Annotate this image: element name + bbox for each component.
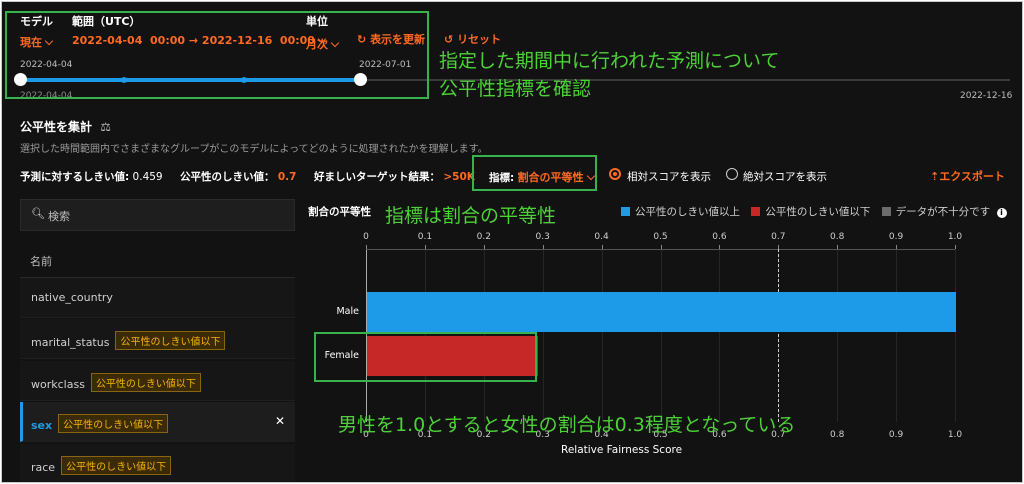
tick-label-top: 0.2: [476, 232, 491, 242]
grid-line: [601, 249, 603, 422]
chart-title: 割合の平等性: [308, 206, 371, 218]
status-badge: 公平性のしきい値以下: [61, 456, 172, 475]
tick-label-bottom: 0.8: [830, 430, 845, 440]
tick-label-top: 0: [363, 232, 369, 242]
grid-line: [837, 249, 839, 422]
tick-mark: [837, 245, 839, 249]
reset-button[interactable]: ↺ リセット: [444, 31, 501, 47]
annotation-text: 指標は割合の平等性: [385, 205, 557, 227]
info-icon[interactable]: i: [996, 208, 1007, 218]
category-label: Male: [336, 306, 359, 317]
section-title: 公平性を集計 ⚖: [20, 120, 111, 134]
export-button[interactable]: ⇡エクスポート: [930, 168, 1005, 184]
scale-icon: ⚖: [100, 120, 111, 134]
x-axis-label: Relative Fairness Score: [561, 444, 683, 456]
annotation-box: [472, 155, 597, 191]
list-item-selected[interactable]: sex 公平性のしきい値以下 ✕: [20, 402, 295, 442]
prediction-threshold: 予測に対するしきい値: 0.459: [20, 171, 163, 183]
tick-label-top: 0.1: [417, 232, 433, 242]
reset-icon: ↺: [444, 33, 454, 46]
tick-label-top: 0.9: [888, 232, 904, 242]
legend-item-below: 公平性のしきい値以下: [751, 206, 870, 218]
tick-mark: [483, 245, 485, 249]
tick-mark: [896, 245, 898, 249]
status-badge: 公平性のしきい値以下: [58, 414, 169, 433]
radio-absolute-label: 絶対スコアを表示: [743, 171, 827, 183]
column-header-name: 名前: [30, 255, 52, 268]
annotation-text: 指定した期間中に行われた予測について 公平性指標を確認: [439, 50, 780, 100]
list-item[interactable]: race 公平性のしきい値以下: [20, 444, 295, 482]
list-item[interactable]: marital_status 公平性のしきい値以下: [20, 319, 295, 359]
favorable-target: 好ましいターゲット結果： >50K: [314, 171, 475, 183]
legend-item-above: 公平性のしきい値以上: [621, 206, 740, 218]
search-box[interactable]: 🔍︎ 検索: [20, 199, 295, 231]
tick-label-top: 0.4: [594, 232, 609, 242]
tick-label-bottom: 1.0: [947, 430, 963, 440]
list-item[interactable]: native_country: [20, 278, 295, 318]
timeline-end-bottom: 2022-12-16: [960, 91, 1013, 101]
grid-line: [719, 249, 721, 422]
chart-legend: 公平性のしきい値以上 公平性のしきい値以下 データが不十分です i: [621, 204, 1007, 219]
search-input[interactable]: 検索: [48, 208, 70, 224]
tick-mark: [719, 245, 721, 249]
tick-mark: [778, 245, 780, 249]
tick-label-bottom: 0.9: [888, 430, 904, 440]
tick-label-top: 0.8: [830, 232, 845, 242]
list-item[interactable]: workclass 公平性のしきい値以下: [20, 361, 295, 401]
radio-absolute[interactable]: [726, 168, 738, 180]
status-badge: 公平性のしきい値以下: [115, 331, 226, 350]
grid-line: [778, 249, 780, 422]
grid-line: [955, 249, 956, 422]
tick-label-top: 1.0: [947, 232, 963, 242]
reset-label: リセット: [457, 33, 502, 46]
fairness-threshold: 公平性のしきい値： 0.7: [180, 171, 297, 183]
grid-line: [542, 249, 544, 422]
threshold-line: [778, 249, 780, 422]
tick-mark: [424, 245, 426, 249]
tick-mark: [366, 245, 367, 249]
annotation-box: [314, 332, 537, 382]
radio-relative[interactable]: [609, 168, 621, 180]
tick-label-top: 0.5: [653, 232, 668, 242]
tick-label-top: 0.6: [712, 232, 727, 242]
grid-line: [660, 249, 662, 422]
legend-item-insufficient: データが不十分です: [881, 206, 990, 218]
bar-male: [367, 292, 956, 332]
close-icon[interactable]: ✕: [275, 414, 285, 428]
tick-label-top: 0.3: [535, 232, 550, 242]
grid-line: [896, 249, 898, 422]
x-axis-line: [366, 249, 955, 250]
tick-mark: [542, 245, 544, 249]
export-icon: ⇡: [930, 170, 940, 183]
section-description: 選択した時間範囲内でさまざまなグループがこのモデルによってどのように処理されたか…: [20, 144, 488, 155]
radio-relative-label: 相対スコアを表示: [627, 171, 711, 183]
tick-mark: [955, 245, 956, 249]
status-badge: 公平性のしきい値以下: [90, 373, 201, 392]
tick-mark: [601, 245, 603, 249]
tick-label-top: 0.7: [771, 232, 786, 242]
tick-mark: [660, 245, 662, 249]
annotation-box: [5, 11, 429, 99]
app-frame: モデル 現在 範囲（UTC） 2022-04-04 00:00 → 2022-1…: [1, 1, 1023, 483]
annotation-text: 男性を1.0とすると女性の割合は0.3程度となっている: [338, 414, 796, 436]
search-icon: 🔍︎: [31, 207, 45, 220]
